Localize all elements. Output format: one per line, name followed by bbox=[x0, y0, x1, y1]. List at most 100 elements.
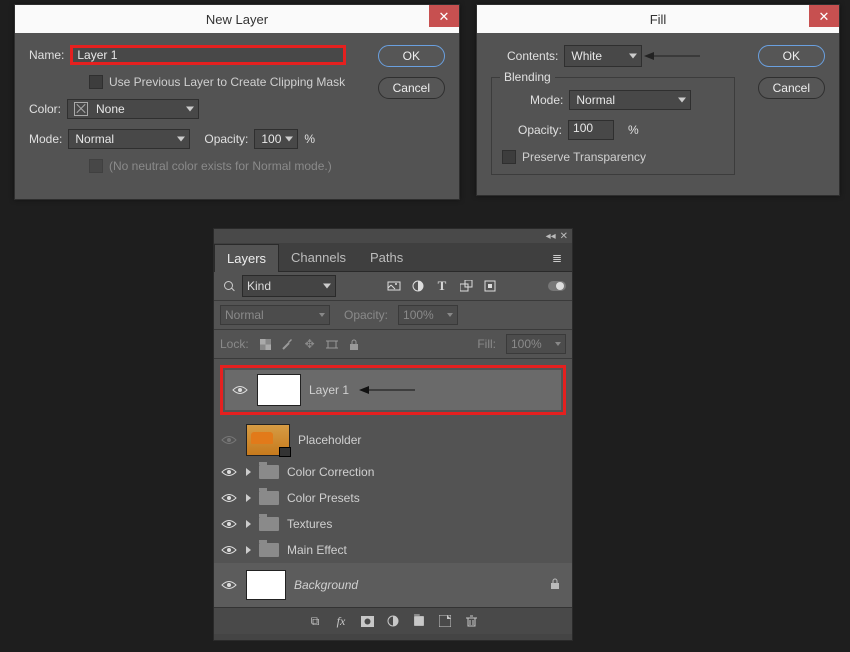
lock-artboard-icon[interactable] bbox=[325, 337, 339, 351]
search-icon bbox=[224, 281, 234, 291]
filter-kind-dropdown[interactable]: Kind bbox=[242, 275, 336, 297]
tab-paths[interactable]: Paths bbox=[358, 244, 415, 271]
visibility-eye-icon[interactable] bbox=[220, 519, 238, 529]
opacity-input[interactable]: 100 bbox=[254, 129, 298, 149]
panel-fill-label: Fill: bbox=[477, 337, 496, 351]
group-icon[interactable] bbox=[412, 614, 426, 628]
arrow-annotation-icon bbox=[642, 56, 702, 57]
panel-grip[interactable] bbox=[214, 634, 572, 640]
layer-name[interactable]: Placeholder bbox=[298, 433, 361, 447]
lock-label: Lock: bbox=[220, 337, 249, 351]
lock-all-icon[interactable] bbox=[347, 337, 361, 351]
visibility-eye-icon[interactable] bbox=[220, 493, 238, 503]
chevron-right-icon[interactable] bbox=[246, 546, 251, 554]
fill-opacity-unit: % bbox=[628, 123, 639, 137]
fill-dialog: Fill ✕ OK Cancel Contents: White Blendin… bbox=[476, 4, 840, 196]
layer-name[interactable]: Layer 1 bbox=[309, 383, 349, 397]
fill-mode-dropdown[interactable]: Normal bbox=[569, 90, 691, 110]
preserve-transparency-label: Preserve Transparency bbox=[522, 150, 646, 164]
contents-dropdown[interactable]: White bbox=[564, 45, 642, 67]
fill-opacity-label: Opacity: bbox=[518, 123, 562, 137]
fill-opacity-input[interactable]: 100 bbox=[568, 120, 614, 140]
visibility-eye-icon[interactable] bbox=[220, 545, 238, 555]
close-icon[interactable]: ✕ bbox=[809, 5, 839, 27]
layer-group-main-effect[interactable]: Main Effect bbox=[214, 537, 572, 563]
trash-icon[interactable] bbox=[464, 614, 478, 628]
folder-icon bbox=[259, 491, 279, 505]
ok-button[interactable]: OK bbox=[758, 45, 825, 67]
cancel-button[interactable]: Cancel bbox=[378, 77, 445, 99]
layer-name[interactable]: Background bbox=[294, 578, 358, 592]
lock-icon bbox=[550, 578, 560, 593]
layer-thumb bbox=[246, 424, 290, 456]
neutral-fill-checkbox bbox=[89, 159, 103, 173]
layer-group-color-presets[interactable]: Color Presets bbox=[214, 485, 572, 511]
panel-tabbar: Layers Channels Paths ≣ bbox=[214, 243, 572, 272]
clipping-mask-checkbox[interactable] bbox=[89, 75, 103, 89]
panel-menu-icon[interactable]: ≣ bbox=[542, 245, 572, 271]
new-layer-icon[interactable] bbox=[438, 614, 452, 628]
link-layers-icon[interactable]: ⧉ bbox=[308, 614, 322, 628]
panel-collapse-bar: ◂◂ ✕ bbox=[214, 229, 572, 243]
preserve-transparency-checkbox[interactable] bbox=[502, 150, 516, 164]
layer1-highlight-wrapper: Layer 1 bbox=[214, 359, 572, 421]
layer-name-input[interactable]: Layer 1 bbox=[70, 45, 346, 65]
group-name[interactable]: Textures bbox=[287, 517, 332, 531]
layer-row-layer1[interactable]: Layer 1 bbox=[225, 370, 561, 410]
layers-panel: ◂◂ ✕ Layers Channels Paths ≣ Kind T Norm… bbox=[213, 228, 573, 641]
panel-close-icon[interactable]: ✕ bbox=[560, 231, 568, 242]
group-name[interactable]: Main Effect bbox=[287, 543, 347, 557]
close-icon[interactable]: ✕ bbox=[429, 5, 459, 27]
filter-row: Kind T bbox=[214, 272, 572, 300]
layer-row-background[interactable]: Background bbox=[214, 563, 572, 607]
folder-icon bbox=[259, 465, 279, 479]
color-dropdown[interactable]: None bbox=[67, 99, 199, 119]
name-label: Name: bbox=[29, 48, 64, 62]
filter-shape-icon[interactable] bbox=[459, 279, 473, 293]
blend-mode-panel-dropdown[interactable]: Normal bbox=[220, 305, 330, 325]
visibility-eye-icon[interactable] bbox=[231, 385, 249, 395]
chevron-right-icon[interactable] bbox=[246, 520, 251, 528]
clipping-mask-label: Use Previous Layer to Create Clipping Ma… bbox=[109, 75, 345, 89]
panel-opacity-input[interactable]: 100% bbox=[398, 305, 458, 325]
layer-mask-icon[interactable] bbox=[360, 614, 374, 628]
panel-fill-input[interactable]: 100% bbox=[506, 334, 566, 354]
blend-mode-label: Mode: bbox=[29, 132, 62, 146]
blend-mode-dropdown[interactable]: Normal bbox=[68, 129, 190, 149]
layer-thumb bbox=[257, 374, 301, 406]
folder-icon bbox=[259, 517, 279, 531]
filter-pixel-icon[interactable] bbox=[387, 279, 401, 293]
visibility-eye-icon[interactable] bbox=[220, 467, 238, 477]
filter-toggle-icon[interactable] bbox=[548, 279, 566, 293]
panel-opacity-label: Opacity: bbox=[344, 308, 388, 322]
filter-smartobject-icon[interactable] bbox=[483, 279, 497, 293]
group-name[interactable]: Color Presets bbox=[287, 491, 360, 505]
visibility-eye-icon[interactable] bbox=[220, 580, 238, 590]
opacity-unit: % bbox=[304, 132, 315, 146]
layer-group-color-correction[interactable]: Color Correction bbox=[214, 459, 572, 485]
cancel-button[interactable]: Cancel bbox=[758, 77, 825, 99]
layer-group-textures[interactable]: Textures bbox=[214, 511, 572, 537]
contents-label: Contents: bbox=[507, 49, 558, 63]
chevron-right-icon[interactable] bbox=[246, 494, 251, 502]
blend-row: Normal Opacity: 100% bbox=[214, 301, 572, 329]
tab-channels[interactable]: Channels bbox=[279, 244, 358, 271]
lock-transparency-icon[interactable] bbox=[259, 337, 273, 351]
layer-list: Layer 1 Placeholder Color Correction bbox=[214, 359, 572, 607]
arrow-annotation-icon bbox=[357, 390, 417, 391]
filter-adjustment-icon[interactable] bbox=[411, 279, 425, 293]
group-name[interactable]: Color Correction bbox=[287, 465, 374, 479]
layer-row-placeholder[interactable]: Placeholder bbox=[214, 421, 572, 459]
filter-type-icon[interactable]: T bbox=[435, 279, 449, 293]
ok-button[interactable]: OK bbox=[378, 45, 445, 67]
lock-position-icon[interactable]: ✥ bbox=[303, 337, 317, 351]
new-layer-title: New Layer bbox=[15, 12, 459, 27]
visibility-eye-icon[interactable] bbox=[220, 435, 238, 445]
adjustment-layer-icon[interactable] bbox=[386, 614, 400, 628]
layer-style-icon[interactable]: fx bbox=[334, 614, 348, 628]
collapse-chevrons-icon[interactable]: ◂◂ bbox=[546, 231, 556, 242]
folder-icon bbox=[259, 543, 279, 557]
tab-layers[interactable]: Layers bbox=[214, 244, 279, 272]
lock-pixels-icon[interactable] bbox=[281, 337, 295, 351]
chevron-right-icon[interactable] bbox=[246, 468, 251, 476]
